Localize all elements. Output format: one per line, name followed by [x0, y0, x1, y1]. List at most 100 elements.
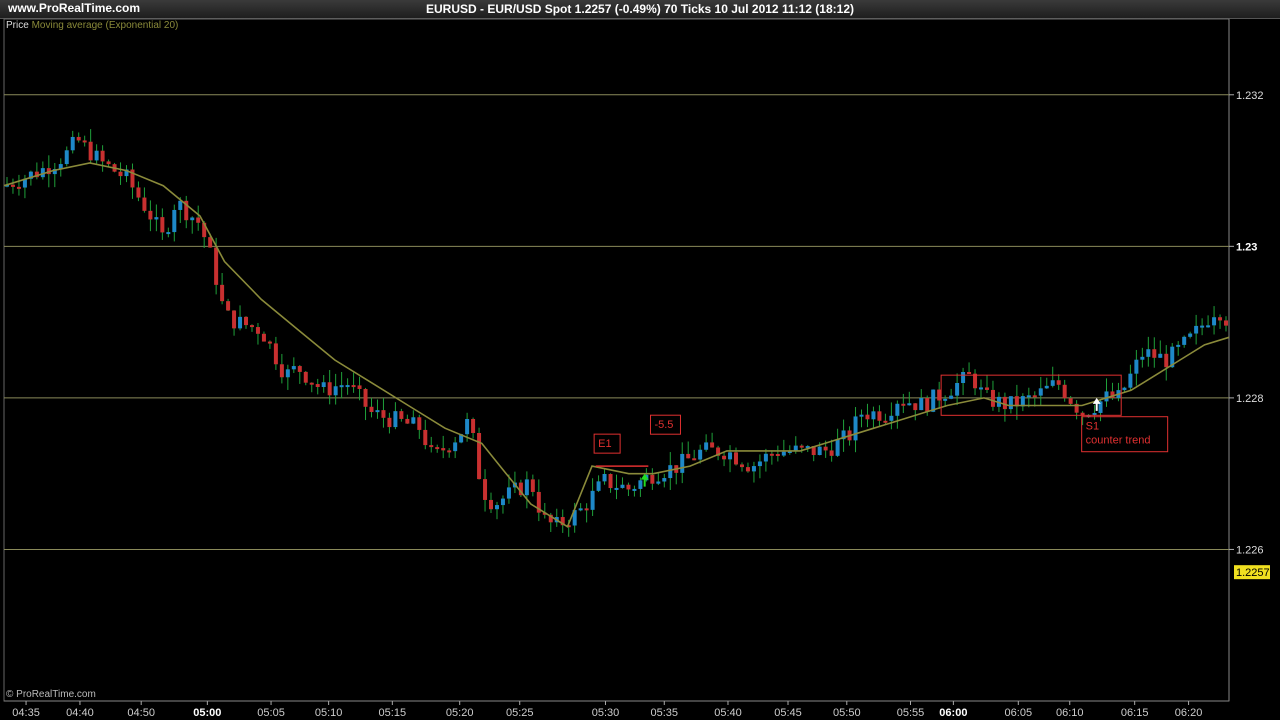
candle-body[interactable] [799, 445, 804, 448]
candle-body[interactable] [1188, 333, 1193, 337]
candle-body[interactable] [1008, 396, 1013, 410]
candle-body[interactable] [835, 439, 840, 456]
candle-body[interactable] [70, 136, 75, 151]
candle-body[interactable] [148, 210, 153, 220]
candle-body[interactable] [447, 450, 452, 453]
candle-body[interactable] [865, 414, 870, 420]
candle-body[interactable] [662, 478, 667, 482]
candle-body[interactable] [190, 217, 195, 221]
candle-body[interactable] [757, 461, 762, 467]
candle-body[interactable] [1194, 325, 1199, 334]
candle-body[interactable] [303, 371, 308, 383]
annotation-e1[interactable]: E1 [598, 438, 611, 450]
candle-body[interactable] [285, 369, 290, 378]
candle-body[interactable] [471, 419, 476, 434]
candle-body[interactable] [483, 479, 488, 500]
candle-body[interactable] [1164, 353, 1169, 368]
candle-body[interactable] [1134, 359, 1139, 374]
candle-body[interactable] [530, 479, 535, 492]
candle-body[interactable] [1092, 412, 1097, 416]
candle-body[interactable] [1056, 380, 1061, 385]
candle-body[interactable] [238, 316, 243, 329]
candle-body[interactable] [602, 473, 607, 482]
candle-body[interactable] [214, 247, 219, 285]
candle-body[interactable] [1176, 344, 1181, 347]
candle-body[interactable] [913, 403, 918, 411]
candle-body[interactable] [614, 487, 619, 490]
candle-body[interactable] [955, 383, 960, 396]
candle-body[interactable] [1062, 384, 1067, 399]
candle-body[interactable] [1146, 349, 1151, 357]
candle-body[interactable] [967, 372, 972, 375]
candle-body[interactable] [931, 389, 936, 412]
candle-body[interactable] [1038, 388, 1043, 396]
candle-body[interactable] [267, 341, 272, 344]
candle-body[interactable] [883, 420, 888, 423]
candle-body[interactable] [273, 343, 278, 365]
candle-body[interactable] [232, 310, 237, 329]
candle-body[interactable] [339, 385, 344, 388]
candle-body[interactable] [584, 508, 589, 511]
candle-body[interactable] [704, 442, 709, 450]
candle-body[interactable] [1158, 353, 1163, 358]
candle-body[interactable] [889, 415, 894, 421]
candle-body[interactable] [315, 384, 320, 388]
candle-body[interactable] [465, 419, 470, 435]
candle-body[interactable] [118, 171, 123, 177]
candle-body[interactable] [226, 301, 231, 311]
candle-body[interactable] [393, 411, 398, 428]
candle-body[interactable] [990, 389, 995, 407]
candle-body[interactable] [142, 197, 147, 211]
candle-body[interactable] [590, 490, 595, 510]
candle-body[interactable] [291, 366, 296, 370]
candle-body[interactable] [692, 458, 697, 461]
candle-body[interactable] [321, 382, 326, 388]
candle-body[interactable] [220, 284, 225, 302]
candle-body[interactable] [357, 385, 362, 389]
candle-body[interactable] [829, 450, 834, 456]
candle-body[interactable] [160, 217, 165, 233]
candle-body[interactable] [853, 416, 858, 441]
candle-body[interactable] [1104, 391, 1109, 402]
candle-body[interactable] [877, 411, 882, 421]
candle-body[interactable] [453, 442, 458, 452]
candle-body[interactable] [698, 449, 703, 460]
candle-body[interactable] [279, 364, 284, 378]
candle-body[interactable] [1002, 396, 1007, 410]
candle-body[interactable] [441, 448, 446, 451]
candle-body[interactable] [823, 446, 828, 451]
candle-body[interactable] [477, 433, 482, 480]
candle-body[interactable] [722, 455, 727, 460]
candle-body[interactable] [411, 417, 416, 424]
candle-body[interactable] [925, 398, 930, 412]
candle-body[interactable] [745, 467, 750, 472]
candle-body[interactable] [1218, 317, 1223, 321]
candle-body[interactable] [327, 382, 332, 396]
candle-body[interactable] [1206, 325, 1211, 328]
candle-body[interactable] [919, 398, 924, 411]
candle-body[interactable] [728, 452, 733, 460]
candle-body[interactable] [1140, 356, 1145, 360]
candle-body[interactable] [1044, 385, 1049, 389]
candle-body[interactable] [435, 447, 440, 450]
candle-body[interactable] [506, 487, 511, 499]
candle-body[interactable] [739, 464, 744, 468]
candle-body[interactable] [775, 454, 780, 457]
candle-body[interactable] [309, 382, 314, 385]
candle-body[interactable] [871, 411, 876, 420]
candle-body[interactable] [375, 410, 380, 413]
candle-body[interactable] [901, 403, 906, 406]
candle-body[interactable] [1200, 325, 1205, 328]
candle-body[interactable] [817, 446, 822, 456]
candle-body[interactable] [100, 150, 105, 162]
candle-body[interactable] [1122, 387, 1127, 391]
candle-body[interactable] [64, 150, 69, 165]
candle-body[interactable] [94, 150, 99, 161]
candle-body[interactable] [1068, 398, 1073, 404]
annotation--5-5[interactable]: -5.5 [654, 419, 673, 431]
candle-body[interactable] [333, 386, 338, 396]
candle-body[interactable] [578, 508, 583, 511]
candle-body[interactable] [82, 140, 87, 143]
candle-body[interactable] [1026, 395, 1031, 398]
candle-body[interactable] [656, 481, 661, 484]
